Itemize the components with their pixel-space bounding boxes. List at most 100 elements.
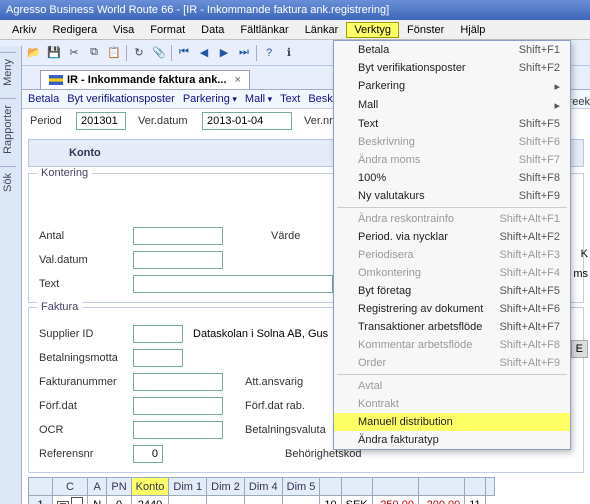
grid-header[interactable] [320,478,341,496]
grid-cell[interactable]: 0 [107,496,131,504]
grid-header[interactable]: Konto [131,478,169,496]
faktnr-input[interactable] [133,373,223,391]
grid-header[interactable]: Dim 4 [244,478,282,496]
grid-header[interactable] [29,478,53,496]
menu-data[interactable]: Data [193,22,232,38]
info-icon[interactable]: ℹ [281,45,297,61]
menu-item-100-[interactable]: 100%Shift+F8 [334,169,570,187]
active-tab[interactable]: IR - Inkommande faktura ank... × [40,70,250,89]
menu-redigera[interactable]: Redigera [44,22,105,38]
grid-cell[interactable] [169,496,207,504]
cut-icon[interactable]: ✂ [66,45,82,61]
menu-item--ndra-fakturatyp[interactable]: Ändra fakturatyp [334,431,570,449]
grid-cell[interactable]: 1 [29,496,53,504]
refresh-icon[interactable]: ↻ [131,45,147,61]
forfdat-input[interactable] [133,397,223,415]
menu-fältlänkar[interactable]: Fältlänkar [232,22,296,38]
side-ms: ms [573,268,588,280]
side-e-button[interactable]: E [571,340,588,358]
menu-item-period-via-nycklar[interactable]: Period. via nycklarShift+Alt+F2 [334,228,570,246]
valdatum-input[interactable] [133,251,223,269]
menu-item-parkering[interactable]: Parkering▸ [334,77,570,96]
grid-cell[interactable] [207,496,245,504]
grid-header[interactable]: Dim 2 [207,478,245,496]
menu-verktyg[interactable]: Verktyg [346,22,399,38]
menu-item-byt-f-retag[interactable]: Byt företagShift+Alt+F5 [334,282,570,300]
grid-cell[interactable]: ⊠ [53,496,88,504]
menu-item-ny-valutakurs[interactable]: Ny valutakursShift+F9 [334,187,570,205]
sub-text[interactable]: Text [280,93,300,105]
open-icon[interactable]: 📂 [26,45,42,61]
menu-item-manuell-distribution[interactable]: Manuell distribution [334,413,570,431]
grid-cell[interactable]: SEK [341,496,372,504]
grid-header[interactable]: A [88,478,107,496]
last-icon[interactable]: ⏭ [236,45,252,61]
side-tab-rapporter[interactable]: Rapporter [0,98,16,160]
side-tab-meny[interactable]: Meny [0,52,16,92]
menu-item-beskrivning: BeskrivningShift+F6 [334,133,570,151]
attach-icon[interactable]: 📎 [151,45,167,61]
menu-item-betala[interactable]: BetalaShift+F1 [334,41,570,59]
prev-icon[interactable]: ◀ [196,45,212,61]
menu-item-byt-verifikationsposter[interactable]: Byt verifikationsposterShift+F2 [334,59,570,77]
help-icon[interactable]: ? [261,45,277,61]
ocr-input[interactable] [133,421,223,439]
verdatum-input[interactable]: 2013-01-04 [202,112,292,130]
grid-header[interactable]: Dim 5 [282,478,320,496]
menu-fönster[interactable]: Fönster [399,22,452,38]
grid-cell[interactable]: 11 [465,496,485,504]
first-icon[interactable]: ⏮ [176,45,192,61]
menu-arkiv[interactable]: Arkiv [4,22,44,38]
faktnr-label: Fakturanummer [39,376,129,388]
text-input[interactable] [133,275,333,293]
grid-cell[interactable]: 10 [320,496,341,504]
sub-betala[interactable]: Betala [28,93,59,105]
next-icon[interactable]: ▶ [216,45,232,61]
grid-header[interactable] [341,478,372,496]
grid-header[interactable] [485,478,494,496]
grid-cell[interactable] [282,496,320,504]
betalmott-input[interactable] [133,349,183,367]
close-icon[interactable]: × [235,74,241,86]
referensnr-input[interactable]: 0 [133,445,163,463]
grid-cell[interactable]: 2440 [131,496,169,504]
antal-input[interactable] [133,227,223,245]
grid-cell[interactable] [244,496,282,504]
side-reek[interactable]: reek [569,96,590,108]
sub-besk[interactable]: Besk [308,93,332,105]
grid-header[interactable]: C [53,478,88,496]
grid-cell[interactable]: -200,00 [418,496,464,504]
grid-header[interactable] [465,478,485,496]
kontering-title: Kontering [37,167,92,179]
menu-hjälp[interactable]: Hjälp [452,22,493,38]
menu-item-mall[interactable]: Mall▸ [334,96,570,115]
lines-grid[interactable]: CAPNKontoDim 1Dim 2Dim 4Dim 5 1⊠N02440 10S… [28,477,495,504]
menu-länkar[interactable]: Länkar [297,22,347,38]
grid-header[interactable]: Dim 1 [169,478,207,496]
sub-parkering[interactable]: Parkering [183,93,237,105]
menu-item-avtal: Avtal [334,377,570,395]
grid-cell[interactable]: N [88,496,107,504]
menu-item-transaktioner-arbetsfl-de[interactable]: Transaktioner arbetsflödeShift+Alt+F7 [334,318,570,336]
grid-header[interactable] [372,478,418,496]
menu-visa[interactable]: Visa [105,22,142,38]
referensnr-label: Referensnr [39,448,129,460]
menu-format[interactable]: Format [142,22,193,38]
copy-icon[interactable]: ⧉ [86,45,102,61]
side-tab-sok[interactable]: Sök [0,166,16,198]
save-icon[interactable]: 💾 [46,45,62,61]
sub-mall[interactable]: Mall [245,93,272,105]
side-tabs: Meny Rapporter Sök [0,46,22,504]
paste-icon[interactable]: 📋 [106,45,122,61]
grid-header[interactable]: PN [107,478,131,496]
supplierid-input[interactable] [133,325,183,343]
sub-bytverif[interactable]: Byt verifikationsposter [67,93,175,105]
grid-header[interactable] [418,478,464,496]
period-input[interactable]: 201301 [76,112,126,130]
verktyg-menu[interactable]: BetalaShift+F1Byt verifikationsposterShi… [333,40,571,450]
menu-item-registrering-av-dokument[interactable]: Registrering av dokumentShift+Alt+F6 [334,300,570,318]
menu-item--ndra-reskontrainfo: Ändra reskontrainfoShift+Alt+F1 [334,210,570,228]
menu-item-text[interactable]: TextShift+F5 [334,115,570,133]
valdatum-label: Val.datum [39,254,129,266]
grid-cell[interactable]: -250,00 [372,496,418,504]
